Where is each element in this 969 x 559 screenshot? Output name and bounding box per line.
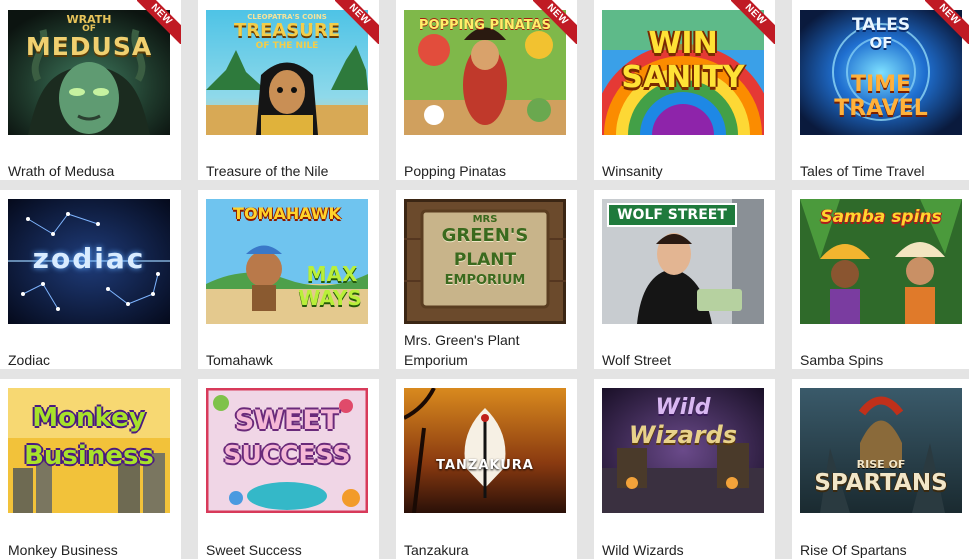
game-title[interactable]: Wolf Street — [602, 350, 771, 369]
new-badge: NEW — [137, 0, 181, 44]
logo-line: GREEN'S — [441, 225, 529, 246]
game-card-wild-wizards[interactable]: Wild Wizards Wild Wizards — [594, 379, 775, 559]
new-badge-label: NEW — [533, 0, 577, 44]
game-card-sweet-success[interactable]: SWEET SUCCESS Sweet Success — [198, 379, 379, 559]
new-badge: NEW — [925, 0, 969, 44]
game-title[interactable]: Mrs. Green's Plant Emporium — [404, 330, 573, 369]
logo-line: Samba spins — [820, 207, 942, 227]
game-card-zodiac[interactable]: zodiac Zodiac — [0, 190, 181, 369]
game-title[interactable]: Sweet Success — [206, 540, 375, 559]
logo-line: zodiac — [32, 242, 146, 275]
new-badge-label: NEW — [335, 0, 379, 44]
new-badge: NEW — [533, 0, 577, 44]
new-badge: NEW — [335, 0, 379, 44]
logo-line: TOMAHAWK — [233, 204, 341, 223]
logo-line: Wizards — [628, 421, 738, 449]
game-card-popping-pinatas[interactable]: POPPING PINATAS Popping Pinatas NEW — [396, 0, 577, 180]
logo-line: TIME — [850, 72, 912, 97]
constellation-thumbnail-icon[interactable]: zodiac — [8, 199, 170, 324]
game-title[interactable]: Tales of Time Travel — [800, 161, 965, 180]
logo-line: SANITY — [621, 60, 745, 95]
crane-thumbnail-icon[interactable]: TANZAKURA — [404, 388, 566, 513]
dancer-thumbnail-icon[interactable]: Samba spins — [800, 199, 962, 324]
game-title[interactable]: Rise Of Spartans — [800, 540, 965, 559]
logo-line: Business — [24, 441, 154, 471]
candy-thumbnail-icon[interactable]: SWEET SUCCESS — [206, 388, 368, 513]
logo-line: PLANT — [453, 250, 517, 270]
logo-line: TANZAKURA — [436, 458, 534, 473]
game-card-samba-spins[interactable]: Samba spins Samba Spins — [792, 190, 969, 369]
game-title[interactable]: Tomahawk — [206, 350, 375, 369]
game-title[interactable]: Treasure of the Nile — [206, 161, 375, 180]
game-grid: WRATH OF MEDUSA Wrath of Medusa NEW CLEO… — [0, 0, 969, 559]
logo-line: MAX — [306, 262, 358, 286]
spartan-thumbnail-icon[interactable]: RISE OF SPARTANS — [800, 388, 962, 513]
game-card-rise-of-spartans[interactable]: RISE OF SPARTANS Rise Of Spartans — [792, 379, 969, 559]
logo-line: WAYS — [298, 286, 362, 310]
logo-line: Monkey — [32, 403, 146, 433]
game-title[interactable]: Winsanity — [602, 161, 771, 180]
new-badge-label: NEW — [731, 0, 775, 44]
game-card-wrath-of-medusa[interactable]: WRATH OF MEDUSA Wrath of Medusa NEW — [0, 0, 181, 180]
game-title[interactable]: Popping Pinatas — [404, 161, 573, 180]
city-skyline-thumbnail-icon[interactable]: Monkey Business — [8, 388, 170, 513]
new-badge-label: NEW — [925, 0, 969, 44]
logo-line: TRAVEL — [834, 96, 928, 121]
street-sign-thumbnail-icon[interactable]: WOLF STREET — [602, 199, 764, 324]
game-title[interactable]: Tanzakura — [404, 540, 573, 559]
game-card-winsanity[interactable]: WIN SANITY Winsanity NEW — [594, 0, 775, 180]
logo-line: Wild — [655, 395, 711, 420]
game-card-tomahawk[interactable]: TOMAHAWK MAX WAYS Tomahawk — [198, 190, 379, 369]
wizard-thumbnail-icon[interactable]: Wild Wizards — [602, 388, 764, 513]
logo-line: WOLF STREET — [617, 207, 727, 223]
new-badge: NEW — [731, 0, 775, 44]
game-title[interactable]: Wrath of Medusa — [8, 161, 177, 180]
game-title[interactable]: Wild Wizards — [602, 540, 771, 559]
game-title[interactable]: Samba Spins — [800, 350, 965, 369]
wooden-sign-thumbnail-icon[interactable]: MRS GREEN'S PLANT EMPORIUM — [404, 199, 566, 324]
logo-line: SWEET — [234, 405, 340, 436]
game-card-tales-of-time-travel[interactable]: TALES OF TIME TRAVEL Tales of Time Trave… — [792, 0, 969, 180]
logo-line: EMPORIUM — [444, 273, 526, 288]
game-card-tanzakura[interactable]: TANZAKURA Tanzakura — [396, 379, 577, 559]
game-card-treasure-of-the-nile[interactable]: CLEOPATRA'S COINS TREASURE OF THE NILE T… — [198, 0, 379, 180]
game-card-monkey-business[interactable]: Monkey Business Monkey Business — [0, 379, 181, 559]
new-badge-label: NEW — [137, 0, 181, 44]
game-title[interactable]: Zodiac — [8, 350, 177, 369]
game-card-wolf-street[interactable]: WOLF STREET Wolf Street — [594, 190, 775, 369]
logo-line: SUCCESS — [223, 440, 351, 469]
logo-line: SPARTANS — [814, 470, 948, 496]
game-card-mrs-greens-plant-emporium[interactable]: MRS GREEN'S PLANT EMPORIUM Mrs. Green's … — [396, 190, 577, 369]
game-title[interactable]: Monkey Business — [8, 540, 177, 559]
warrior-thumbnail-icon[interactable]: TOMAHAWK MAX WAYS — [206, 199, 368, 324]
